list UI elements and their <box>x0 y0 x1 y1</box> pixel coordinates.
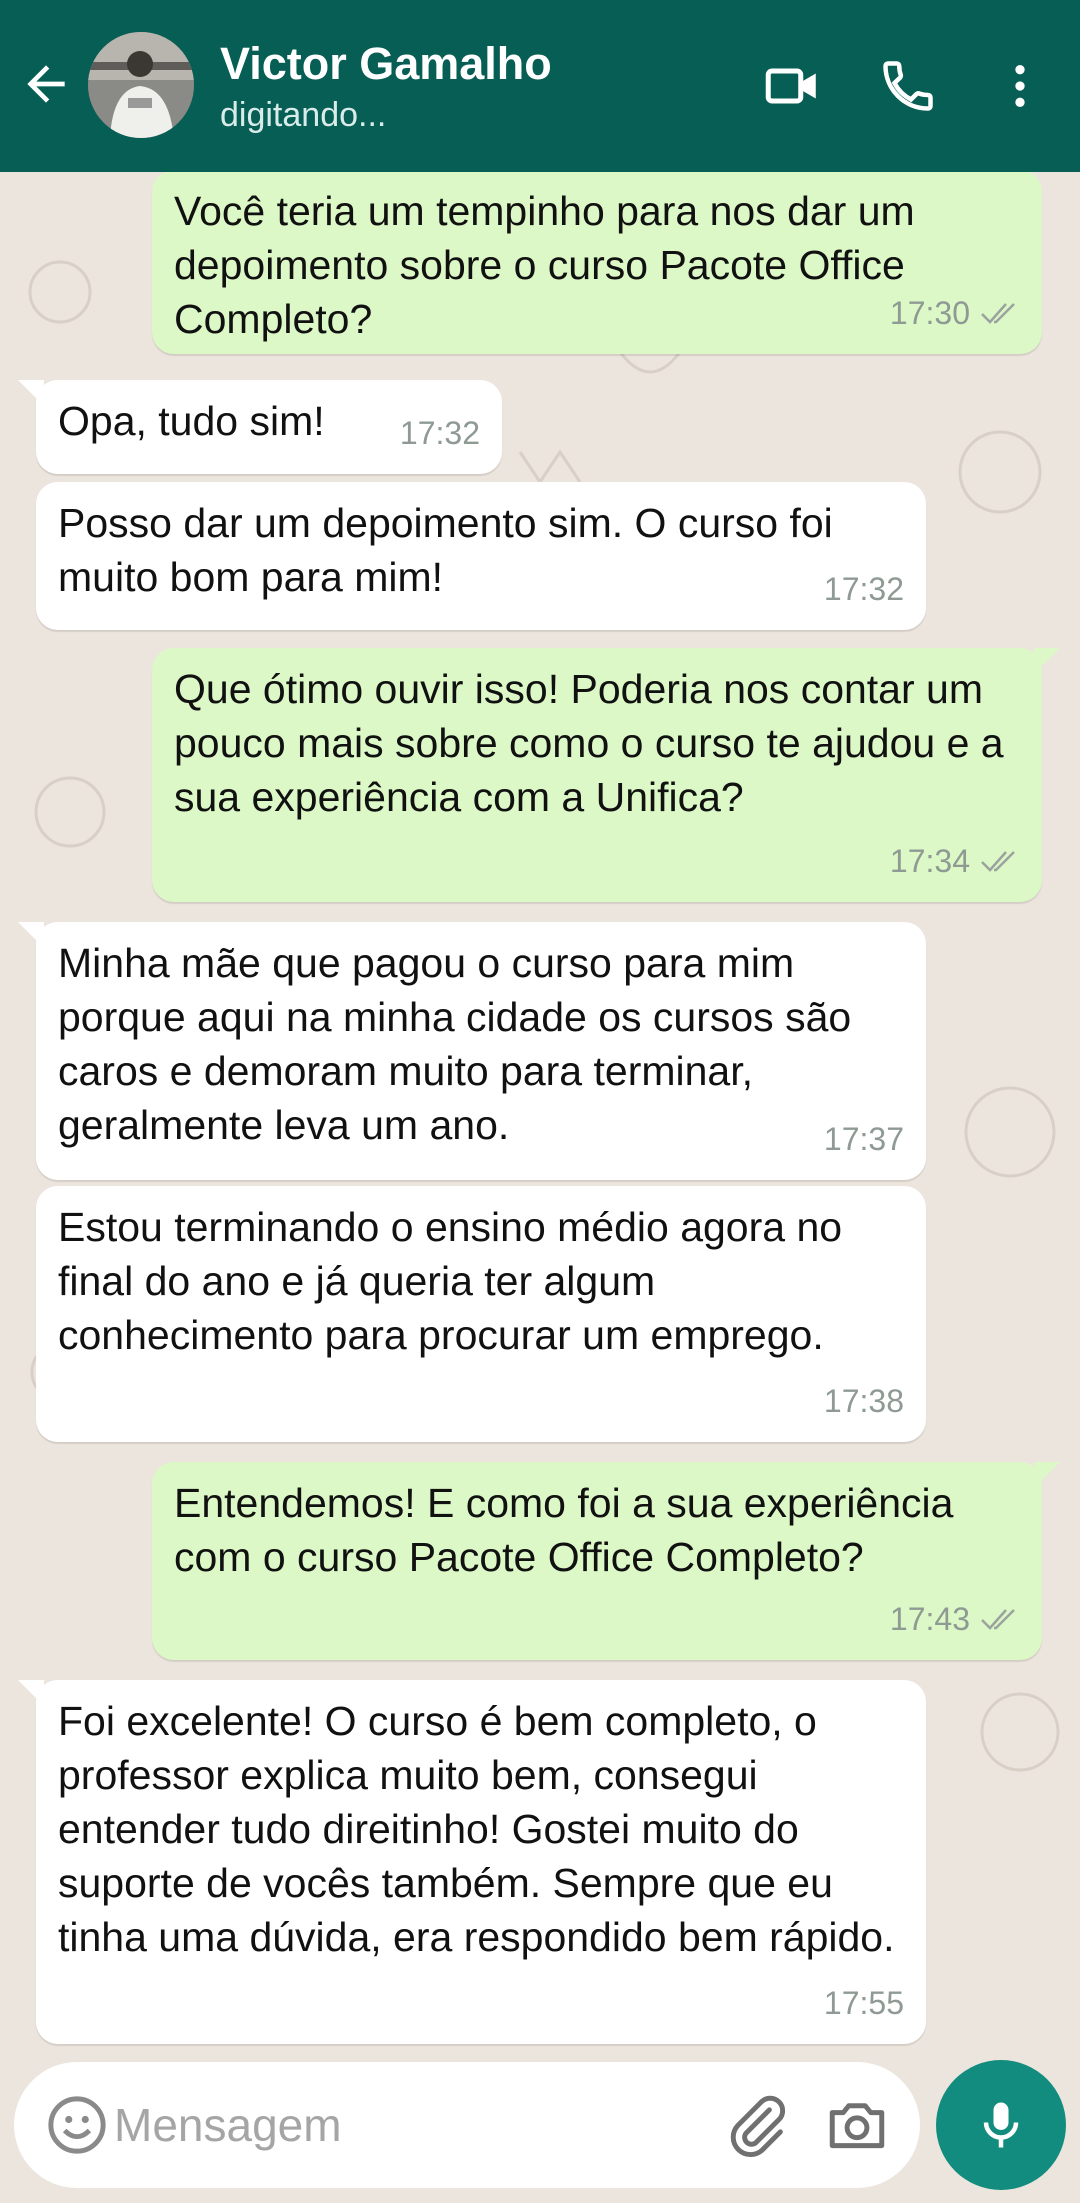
message-meta: 17:32 <box>400 406 480 460</box>
message-input[interactable] <box>114 2090 674 2160</box>
message-text: Que ótimo ouvir isso! Poderia nos contar… <box>174 666 1004 820</box>
message-meta: 17:34 <box>890 834 1020 888</box>
message-bubble-incoming[interactable]: Minha mãe que pagou o curso para mim por… <box>18 922 926 1180</box>
message-composer <box>14 2062 920 2188</box>
voice-call-button[interactable] <box>878 56 938 116</box>
message-meta: 17:30 <box>890 286 1020 340</box>
message-bubble-incoming[interactable]: Opa, tudo sim! 17:32 <box>18 380 502 474</box>
attach-button[interactable] <box>724 2092 790 2158</box>
bubble-tail <box>1034 1462 1060 1488</box>
phone-icon <box>883 61 933 111</box>
bubble-tail <box>1034 648 1060 674</box>
bubble-tail <box>18 380 44 406</box>
message-time: 17:55 <box>823 1985 904 2021</box>
message-bubble-outgoing[interactable]: Que ótimo ouvir isso! Poderia nos contar… <box>152 648 1060 902</box>
chat-header: Victor Gamalho digitando... <box>0 0 1080 172</box>
message-text: Minha mãe que pagou o curso para mim por… <box>58 940 852 1148</box>
back-arrow-icon <box>27 65 65 103</box>
message-list[interactable]: Você teria um tempinho para nos dar um d… <box>0 172 1080 2052</box>
double-check-icon <box>981 1609 1015 1630</box>
contact-status: digitando... <box>220 96 387 134</box>
message-meta: 17:38 <box>824 1374 904 1428</box>
voice-message-button[interactable] <box>936 2060 1066 2190</box>
camera-icon <box>829 2103 885 2149</box>
message-text: Entendemos! E como foi a sua experiência… <box>174 1480 954 1580</box>
message-time: 17:30 <box>889 295 970 331</box>
message-bubble-incoming[interactable]: Posso dar um depoimento sim. O curso foi… <box>36 482 926 630</box>
message-time: 17:32 <box>399 415 480 451</box>
message-meta: 17:37 <box>824 1112 904 1166</box>
contact-name[interactable]: Victor Gamalho <box>220 38 552 90</box>
message-meta: 17:32 <box>824 562 904 616</box>
more-options-button[interactable] <box>992 56 1048 116</box>
bubble-tail <box>18 1680 44 1706</box>
back-button[interactable] <box>18 56 74 112</box>
message-time: 17:38 <box>823 1383 904 1419</box>
message-bubble-outgoing[interactable]: Você teria um tempinho para nos dar um d… <box>152 172 1042 354</box>
message-bubble-incoming[interactable]: Estou terminando o ensino médio agora no… <box>36 1186 926 1442</box>
attach-icon <box>730 2095 786 2158</box>
emoji-button[interactable] <box>44 2092 110 2158</box>
bubble-tail <box>18 922 44 948</box>
message-bubble-incoming[interactable]: Foi excelente! O curso é bem completo, o… <box>18 1680 926 2044</box>
message-bubble-outgoing[interactable]: Entendemos! E como foi a sua experiência… <box>152 1462 1060 1660</box>
more-vert-icon <box>1015 65 1025 107</box>
message-text: Estou terminando o ensino médio agora no… <box>58 1204 843 1358</box>
message-meta: 17:43 <box>890 1592 1020 1646</box>
video-call-button[interactable] <box>762 56 822 116</box>
message-meta: 17:55 <box>824 1976 904 2030</box>
double-check-icon <box>981 851 1015 872</box>
emoji-icon <box>48 2096 106 2154</box>
message-text: Posso dar um depoimento sim. O curso foi… <box>58 500 833 600</box>
message-time: 17:34 <box>889 843 970 879</box>
message-text: Foi excelente! O curso é bem completo, o… <box>58 1698 895 1960</box>
camera-button[interactable] <box>824 2092 890 2158</box>
mic-icon <box>983 2102 1019 2148</box>
message-time: 17:32 <box>823 571 904 607</box>
video-call-icon <box>765 68 816 104</box>
double-check-icon <box>981 303 1015 324</box>
avatar[interactable] <box>88 32 194 138</box>
message-time: 17:43 <box>889 1601 970 1637</box>
message-time: 17:37 <box>823 1121 904 1157</box>
